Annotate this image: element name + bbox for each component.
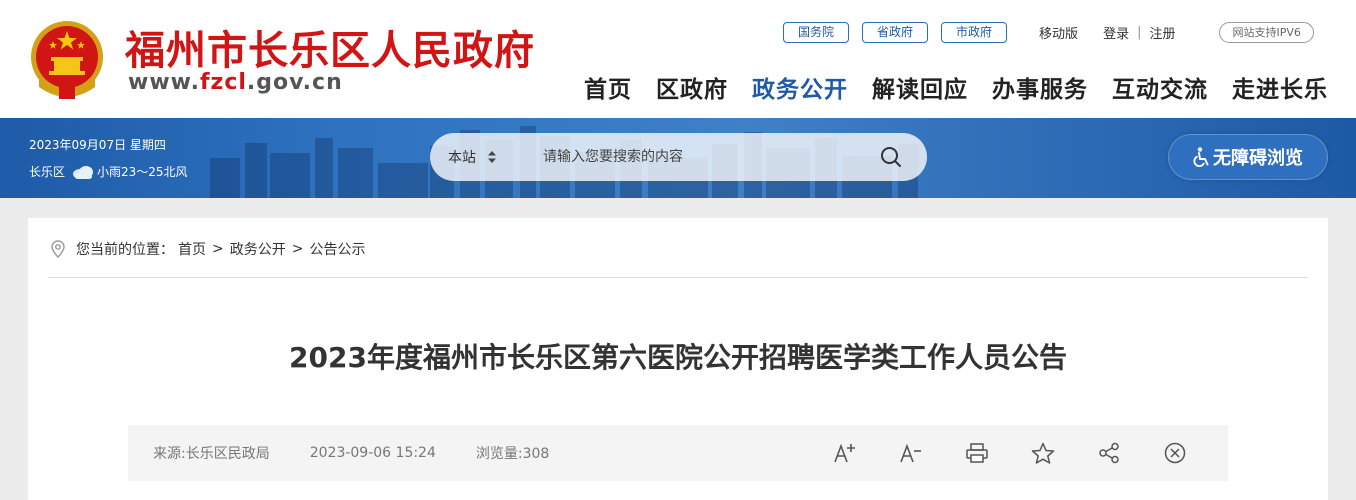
- search-scope-select[interactable]: 本站: [448, 147, 528, 167]
- close-button[interactable]: [1142, 425, 1208, 481]
- search-icon: [881, 147, 901, 167]
- nav-district-government[interactable]: 区政府: [656, 70, 728, 104]
- login-link[interactable]: 登录: [1103, 23, 1129, 42]
- nav-services[interactable]: 办事服务: [992, 70, 1088, 104]
- updown-caret-icon: [488, 151, 496, 163]
- share-icon: [1099, 442, 1119, 464]
- article-tools: [812, 425, 1208, 481]
- weather-info: 长乐区 小雨23～25北风: [29, 163, 188, 180]
- main-nav: 首页 区政府 政务公开 解读回应 办事服务 互动交流 走进长乐: [584, 70, 1328, 104]
- breadcrumb-prefix: 您当前的位置：: [76, 242, 174, 258]
- breadcrumb-arrow: >: [212, 241, 224, 257]
- breadcrumb-announcements[interactable]: 公告公示: [309, 239, 365, 259]
- weather-text: 小雨23～25北风: [97, 165, 188, 179]
- banner: 2023年09月07日 星期四 长乐区 小雨23～25北风 本站 请输入您要搜索…: [0, 118, 1356, 198]
- article-title: 2023年度福州市长乐区第六医院公开招聘医学类工作人员公告: [289, 341, 1067, 374]
- search-button[interactable]: [869, 135, 913, 179]
- ipv6-badge: 网站支持IPV6: [1219, 21, 1314, 43]
- nav-interpretation[interactable]: 解读回应: [872, 70, 968, 104]
- article-datetime: 2023-09-06 15:24: [309, 445, 436, 461]
- search-input[interactable]: [528, 142, 869, 172]
- breadcrumb-divider: [48, 277, 1308, 278]
- font-increase-button[interactable]: [812, 425, 878, 481]
- share-button[interactable]: [1076, 425, 1142, 481]
- accessibility-label: 无障碍浏览: [1213, 148, 1303, 169]
- breadcrumb: 您当前的位置： 首页 > 政务公开 > 公告公示: [50, 238, 365, 260]
- site-url-suffix: .gov.cn: [246, 70, 343, 95]
- state-council-link[interactable]: 国务院: [783, 21, 850, 43]
- breadcrumb-arrow: >: [291, 241, 304, 257]
- cloud-icon: [73, 165, 94, 179]
- site-title: 福州市长乐区人民政府: [125, 27, 535, 74]
- nav-interaction[interactable]: 互动交流: [1112, 70, 1208, 104]
- printer-icon: [966, 443, 988, 463]
- current-date: 2023年09月07日 星期四: [29, 138, 166, 152]
- site-url-prefix: www.: [128, 70, 200, 95]
- wheelchair-icon: [1193, 147, 1209, 167]
- register-link[interactable]: 注册: [1149, 23, 1175, 42]
- site-url-domain: fzcl: [199, 70, 247, 95]
- print-button[interactable]: [944, 425, 1010, 481]
- municipal-government-link[interactable]: 市政府: [941, 21, 1008, 43]
- font-increase-icon: [834, 443, 855, 463]
- content-panel: 您当前的位置： 首页 > 政务公开 > 公告公示 2023年度福州市长乐区第六医…: [28, 218, 1328, 500]
- breadcrumb-government-affairs[interactable]: 政务公开: [230, 239, 286, 259]
- star-icon: [1031, 442, 1055, 464]
- location-pin-icon: [51, 240, 65, 258]
- top-links: 国务院 省政府 市政府 移动版 登录 | 注册 网站支持IPV6: [783, 21, 1314, 43]
- provincial-government-link[interactable]: 省政府: [862, 21, 929, 43]
- close-circle-icon: [1164, 442, 1186, 464]
- article-source: 来源:长乐区民政局: [153, 446, 270, 462]
- favorite-button[interactable]: [1010, 425, 1076, 481]
- font-decrease-button[interactable]: [878, 425, 944, 481]
- search-scope-label: 本站: [448, 150, 476, 166]
- site-header: 福州市长乐区人民政府 www.fzcl.gov.cn 国务院 省政府 市政府 移…: [0, 0, 1356, 118]
- mobile-version-link[interactable]: 移动版: [1039, 23, 1078, 42]
- article-views: 浏览量:308: [475, 446, 550, 462]
- breadcrumb-home[interactable]: 首页: [178, 239, 206, 259]
- nav-government-affairs[interactable]: 政务公开: [752, 70, 848, 104]
- search-box: 本站: [430, 133, 927, 181]
- nav-about-changle[interactable]: 走进长乐: [1232, 70, 1328, 104]
- site-url: www.fzcl.gov.cn: [128, 70, 343, 95]
- nav-home[interactable]: 首页: [584, 70, 632, 104]
- font-decrease-icon: [900, 443, 921, 463]
- accessibility-button[interactable]: 无障碍浏览: [1168, 134, 1328, 180]
- login-register-separator: |: [1137, 24, 1142, 40]
- national-emblem-icon: [31, 21, 103, 99]
- district-name: 长乐区: [29, 165, 66, 179]
- article-meta-bar: 来源:长乐区民政局 2023-09-06 15:24 浏览量:308: [128, 425, 1228, 481]
